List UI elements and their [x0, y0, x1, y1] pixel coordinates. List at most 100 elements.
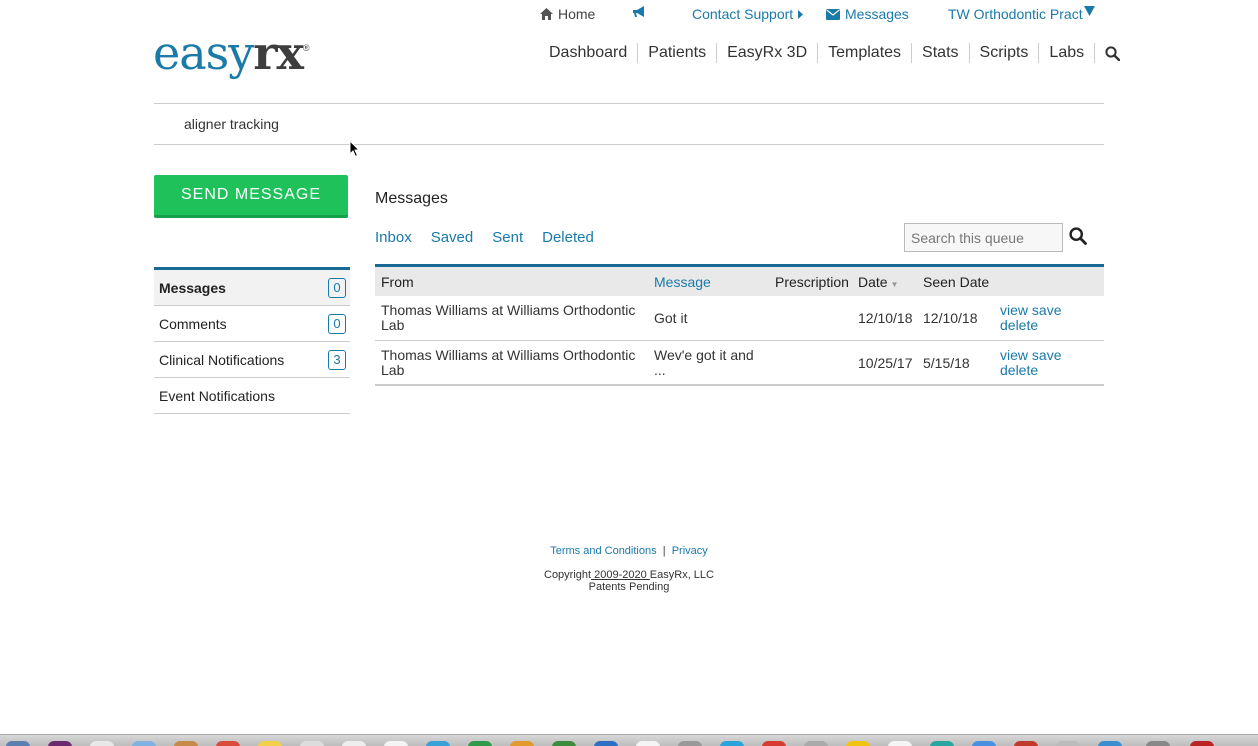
- copyright-owner: EasyRx, LLC: [649, 569, 714, 581]
- view-link[interactable]: view: [1000, 302, 1028, 318]
- messages-link[interactable]: Messages: [826, 6, 909, 22]
- queue-search-input[interactable]: [904, 223, 1063, 252]
- cell-message: Wev'e got it and ...: [654, 347, 754, 378]
- cell-from: Thomas Williams at Williams Orthodontic …: [381, 302, 636, 333]
- dock-app-icon[interactable]: [552, 741, 576, 746]
- dock-app-icon[interactable]: [804, 741, 828, 746]
- queue-search-button[interactable]: [1069, 227, 1087, 250]
- dock-app-icon[interactable]: [1014, 741, 1038, 746]
- column-date[interactable]: Date ▼: [858, 274, 899, 290]
- nav-patients[interactable]: Patients: [637, 43, 716, 63]
- contact-support-link[interactable]: Contact Support: [692, 6, 804, 22]
- privacy-link[interactable]: Privacy: [672, 545, 708, 557]
- dock-app-icon[interactable]: [846, 741, 870, 746]
- account-name: TW Orthodontic Pract: [948, 6, 1083, 22]
- home-label: Home: [558, 6, 596, 22]
- nav-dashboard[interactable]: Dashboard: [549, 43, 637, 63]
- dock-app-icon[interactable]: [1098, 741, 1122, 746]
- dock-app-icon[interactable]: [384, 741, 408, 746]
- dock-app-icon[interactable]: [342, 741, 366, 746]
- cell-actions: view save delete: [1000, 348, 1080, 378]
- dock-app-icon[interactable]: [720, 741, 744, 746]
- nav-labs[interactable]: Labs: [1038, 43, 1094, 63]
- dock-app-icon[interactable]: [426, 741, 450, 746]
- save-link[interactable]: save: [1032, 302, 1062, 318]
- dock-app-icon[interactable]: [1146, 741, 1170, 746]
- logo-registered: ®: [302, 42, 310, 53]
- patents-pending: Patents Pending: [588, 581, 670, 593]
- cell-date: 12/10/18: [858, 310, 913, 326]
- dock-app-icon[interactable]: [174, 741, 198, 746]
- sidebar-item-label: Event Notifications: [159, 387, 275, 404]
- terms-link[interactable]: Terms and Conditions: [550, 545, 656, 557]
- dock-app-icon[interactable]: [888, 741, 912, 746]
- home-link[interactable]: Home: [540, 6, 595, 22]
- nav-easyrx-3d[interactable]: EasyRx 3D: [716, 43, 817, 63]
- caret-right-icon: [798, 9, 804, 19]
- easyrx-logo[interactable]: easyrx®: [153, 30, 310, 76]
- tab-sent[interactable]: Sent: [492, 229, 523, 246]
- cell-from: Thomas Williams at Williams Orthodontic …: [381, 347, 636, 378]
- tab-saved[interactable]: Saved: [431, 229, 474, 246]
- send-message-button[interactable]: SEND MESSAGE: [154, 175, 348, 218]
- message-tabs: Inbox Saved Sent Deleted: [375, 229, 594, 246]
- sidebar-item-comments[interactable]: Comments 0: [154, 306, 350, 342]
- sidebar-item-event-notifications[interactable]: Event Notifications: [154, 378, 350, 414]
- table-row[interactable]: Thomas Williams at Williams Orthodontic …: [375, 341, 1104, 386]
- dock-app-icon[interactable]: [258, 741, 282, 746]
- dock-app-icon[interactable]: [762, 741, 786, 746]
- nav-scripts[interactable]: Scripts: [968, 43, 1039, 63]
- dock-app-icon[interactable]: [300, 741, 324, 746]
- messages-table: From Message Prescription Date ▼ Seen Dat…: [375, 264, 1104, 386]
- dock-app-icon[interactable]: [468, 741, 492, 746]
- main-nav: Dashboard Patients EasyRx 3D Templates S…: [549, 43, 1121, 63]
- contact-support-label: Contact Support: [692, 6, 794, 22]
- account-menu[interactable]: TW Orthodontic Pract: [948, 6, 1083, 22]
- account-dropdown-toggle[interactable]: [1084, 6, 1095, 16]
- save-link[interactable]: save: [1032, 347, 1062, 363]
- cell-actions: view save delete: [1000, 303, 1080, 333]
- dock-app-icon[interactable]: [1056, 741, 1080, 746]
- column-date-label: Date: [858, 274, 888, 290]
- messages-label: Messages: [845, 6, 909, 22]
- count-badge: 0: [328, 313, 346, 334]
- copyright-prefix: Copyright: [544, 569, 592, 581]
- dock-app-icon[interactable]: [930, 741, 954, 746]
- search-icon: [1069, 227, 1087, 245]
- tab-deleted[interactable]: Deleted: [542, 229, 594, 246]
- nav-stats[interactable]: Stats: [911, 43, 968, 63]
- delete-link[interactable]: delete: [1000, 317, 1038, 333]
- delete-link[interactable]: delete: [1000, 362, 1038, 378]
- dock-app-icon[interactable]: [594, 741, 618, 746]
- nav-templates[interactable]: Templates: [817, 43, 911, 63]
- sidebar-item-messages[interactable]: Messages 0: [154, 270, 350, 306]
- column-message[interactable]: Message: [654, 274, 764, 290]
- dock-app-icon[interactable]: [678, 741, 702, 746]
- copyright-years: 2009-2020: [591, 569, 650, 581]
- dock-app-icon[interactable]: [1190, 741, 1214, 746]
- footer-separator: |: [662, 545, 666, 557]
- announcements-button[interactable]: [632, 6, 646, 18]
- cell-seen-date: 5/15/18: [923, 355, 970, 371]
- table-row[interactable]: Thomas Williams at Williams Orthodontic …: [375, 296, 1104, 341]
- nav-search-button[interactable]: [1094, 43, 1121, 63]
- footer-links: Terms and Conditions | Privacy: [0, 545, 1258, 557]
- global-search-input[interactable]: aligner tracking: [184, 116, 279, 132]
- dock-app-icon[interactable]: [90, 741, 114, 746]
- dock-app-icon[interactable]: [510, 741, 534, 746]
- sort-down-icon: ▼: [890, 280, 899, 289]
- view-link[interactable]: view: [1000, 347, 1028, 363]
- dock-app-icon[interactable]: [636, 741, 660, 746]
- dock-app-icon[interactable]: [216, 741, 240, 746]
- dock-app-icon[interactable]: [6, 741, 30, 746]
- mouse-cursor-icon: [349, 140, 360, 158]
- column-prescription: Prescription: [775, 274, 849, 290]
- tab-inbox[interactable]: Inbox: [375, 229, 412, 246]
- dock-app-icon[interactable]: [132, 741, 156, 746]
- home-icon: [540, 8, 553, 20]
- dock-app-icon[interactable]: [48, 741, 72, 746]
- triangle-down-icon: [1084, 6, 1095, 16]
- envelope-icon: [826, 8, 840, 20]
- dock-app-icon[interactable]: [972, 741, 996, 746]
- sidebar-item-clinical-notifications[interactable]: Clinical Notifications 3: [154, 342, 350, 378]
